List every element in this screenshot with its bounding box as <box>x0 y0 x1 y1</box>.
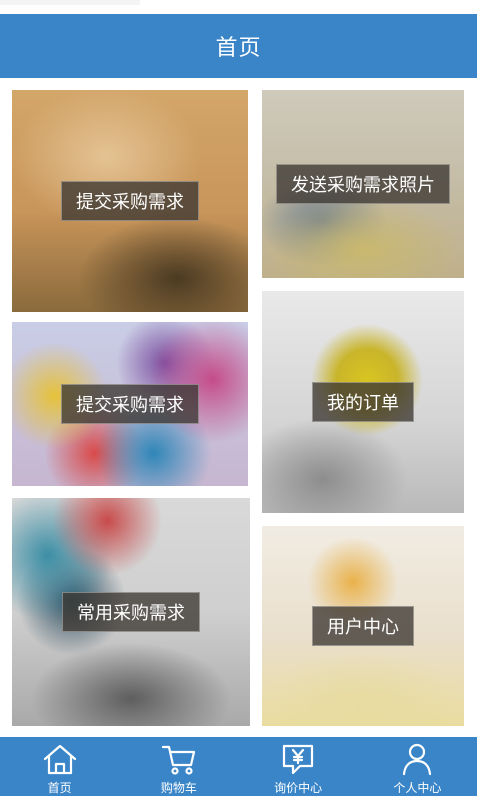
tile-label: 用户中心 <box>312 606 414 646</box>
tile-label: 提交采购需求 <box>61 384 199 424</box>
cart-icon <box>159 741 199 776</box>
tab-label: 首页 <box>47 781 72 795</box>
tile-send-request-photo[interactable]: 发送采购需求照片 <box>262 90 464 278</box>
tab-label: 个人中心 <box>393 781 442 795</box>
bottom-tab-bar: 首页 购物车 询价中心 个人中心 <box>0 737 477 796</box>
tile-label: 我的订单 <box>312 382 414 422</box>
person-icon <box>397 741 437 776</box>
tile-label: 提交采购需求 <box>61 181 199 221</box>
tab-price-inquiry[interactable]: 询价中心 <box>239 737 358 796</box>
tile-label: 发送采购需求照片 <box>276 164 450 204</box>
tab-label: 询价中心 <box>274 781 323 795</box>
status-bar-area <box>0 0 140 5</box>
tile-user-center[interactable]: 用户中心 <box>262 526 464 726</box>
app-header: 首页 <box>0 14 477 78</box>
page-title: 首页 <box>215 36 262 61</box>
tile-submit-purchase-request[interactable]: 提交采购需求 <box>12 90 248 312</box>
tab-personal-center[interactable]: 个人中心 <box>358 737 477 796</box>
tile-frequent-purchase-requests[interactable]: 常用采购需求 <box>12 498 250 726</box>
status-bar <box>0 0 477 14</box>
tab-label: 购物车 <box>160 781 197 795</box>
price-inquiry-icon <box>278 741 318 776</box>
tile-submit-purchase-request-2[interactable]: 提交采购需求 <box>12 322 248 486</box>
tab-home[interactable]: 首页 <box>0 737 119 796</box>
tab-cart[interactable]: 购物车 <box>119 737 238 796</box>
tile-my-orders[interactable]: 我的订单 <box>262 291 464 513</box>
tile-label: 常用采购需求 <box>62 592 200 632</box>
home-icon <box>40 741 80 776</box>
